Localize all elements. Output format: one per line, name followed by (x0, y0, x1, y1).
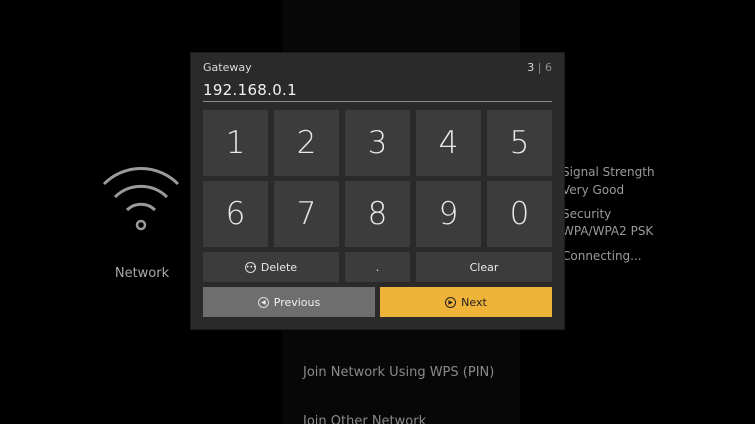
join-wps-pin-item[interactable]: Join Network Using WPS (PIN) (303, 365, 494, 380)
next-label: Next (461, 295, 487, 309)
wifi-icon (100, 162, 182, 234)
connection-status: Connecting... (562, 249, 642, 263)
step-indicator: 3 | 6 (527, 61, 552, 74)
key-3[interactable]: 3 (345, 110, 410, 176)
key-4[interactable]: 4 (416, 110, 481, 176)
key-9[interactable]: 9 (416, 181, 481, 247)
dot-key[interactable]: . (345, 252, 410, 282)
gateway-input-value[interactable]: 192.168.0.1 (203, 81, 297, 99)
dialog-title: Gateway (203, 61, 252, 74)
step-separator: | (537, 61, 542, 74)
key-8[interactable]: 8 (345, 181, 410, 247)
gateway-dialog: Gateway 3 | 6 192.168.0.1 1 2 3 4 5 6 7 … (191, 53, 564, 329)
step-total: 6 (545, 61, 552, 74)
clear-button[interactable]: Clear (416, 252, 552, 282)
signal-strength-label: Signal Strength (562, 165, 655, 179)
network-label: Network (114, 266, 170, 281)
previous-label: Previous (273, 295, 321, 309)
delete-remote-icon: ••• (244, 261, 257, 273)
key-2[interactable]: 2 (274, 110, 339, 176)
signal-strength-value: Very Good (562, 183, 625, 197)
join-other-network-item[interactable]: Join Other Network (303, 414, 426, 424)
key-7[interactable]: 7 (274, 181, 339, 247)
key-5[interactable]: 5 (487, 110, 552, 176)
key-6[interactable]: 6 (203, 181, 268, 247)
play-pause-icon: ▶ (445, 296, 457, 308)
security-label: Security (562, 207, 612, 221)
delete-button[interactable]: ••• Delete (203, 252, 339, 282)
step-current: 3 (527, 61, 535, 74)
security-value: WPA/WPA2 PSK (562, 224, 654, 238)
rewind-icon: ◀ (257, 296, 269, 308)
next-button[interactable]: ▶ Next (380, 287, 552, 317)
key-1[interactable]: 1 (203, 110, 268, 176)
key-0[interactable]: 0 (487, 181, 552, 247)
previous-button[interactable]: ◀ Previous (203, 287, 375, 317)
input-underline (203, 101, 552, 102)
delete-label: Delete (260, 260, 298, 274)
